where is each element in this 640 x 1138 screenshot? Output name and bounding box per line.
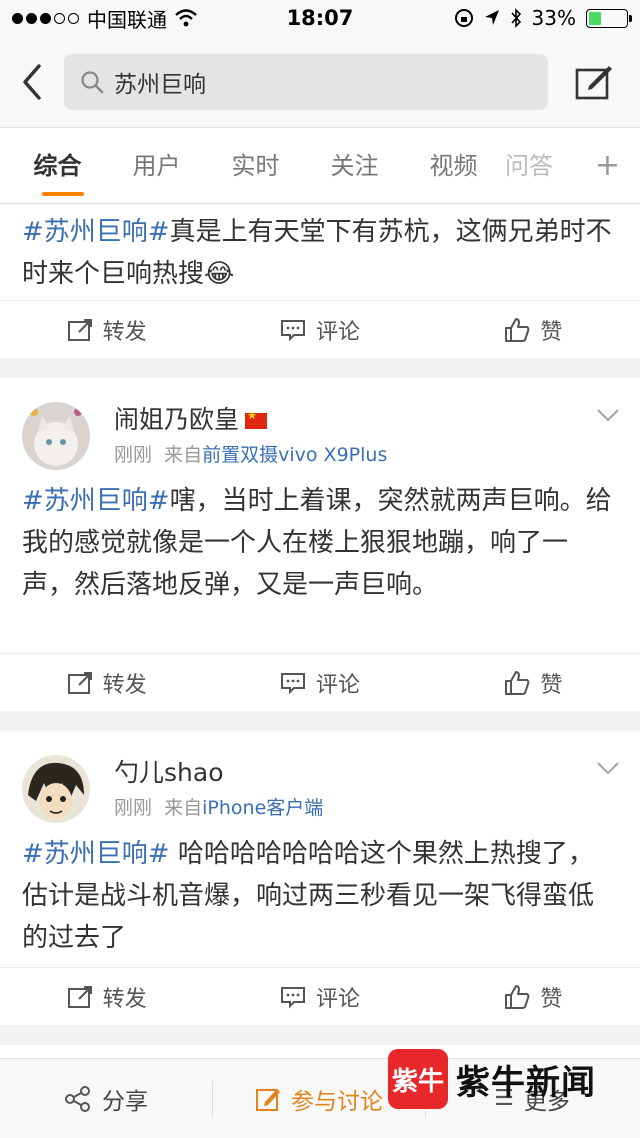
post-actions: 转发 评论 赞 xyxy=(0,653,640,711)
back-button[interactable] xyxy=(0,36,64,128)
chevron-left-icon xyxy=(23,63,41,100)
like-button[interactable]: 赞 xyxy=(427,968,640,1025)
compose-icon xyxy=(575,65,612,99)
avatar[interactable] xyxy=(22,402,90,470)
post-text: #苏州巨响#嗐，当时上着课，突然就两声巨响。给我的感觉就像是一个人在楼上狠狠地蹦… xyxy=(0,474,640,606)
hashtag-link[interactable]: #苏州巨响# xyxy=(22,486,170,516)
post-source[interactable]: 前置双摄vivo X9Plus xyxy=(202,444,387,466)
thumbs-up-icon xyxy=(505,984,530,1009)
hashtag-link[interactable]: #苏州巨响# xyxy=(22,217,170,247)
repost-button[interactable]: 转发 xyxy=(0,654,213,711)
post-card-1: #苏州巨响#真是上有天堂下有苏杭，这俩兄弟时不时来个巨响热搜😂 转发 评论 赞 xyxy=(0,205,640,358)
news-watermark: 紫牛 紫牛新闻 xyxy=(388,1044,638,1114)
comment-label: 评论 xyxy=(315,319,360,345)
like-label: 赞 xyxy=(540,319,563,345)
like-label: 赞 xyxy=(540,672,563,698)
post-actions: 转发 评论 赞 xyxy=(0,967,640,1025)
post-time: 刚刚 xyxy=(114,797,153,819)
like-label: 赞 xyxy=(540,986,563,1012)
repost-icon xyxy=(67,985,92,1008)
post-header: 闹姐乃欧皇 刚刚 来自前置双摄vivo X9Plus xyxy=(0,378,640,474)
search-header: 苏州巨响 xyxy=(0,36,640,128)
post-source[interactable]: iPhone客户端 xyxy=(202,797,323,819)
discuss-label: 参与讨论 xyxy=(291,1088,383,1115)
repost-label: 转发 xyxy=(102,672,147,698)
status-left: 中国联通 xyxy=(12,4,242,33)
status-bar: 中国联通 18:07 33% xyxy=(0,0,640,36)
china-flag-icon xyxy=(245,409,268,429)
comment-icon xyxy=(280,319,305,341)
repost-label: 转发 xyxy=(102,319,147,345)
status-right: 33% xyxy=(398,6,632,30)
compose-button[interactable] xyxy=(548,36,640,128)
status-time: 18:07 xyxy=(286,6,354,30)
search-input[interactable]: 苏州巨响 xyxy=(64,53,548,110)
comment-button[interactable]: 评论 xyxy=(213,301,426,358)
tab-comprehensive[interactable]: 综合 xyxy=(8,128,107,204)
comment-button[interactable]: 评论 xyxy=(213,654,426,711)
hashtag-link[interactable]: #苏州巨响# xyxy=(22,839,170,869)
lock-rotation-icon xyxy=(454,9,473,27)
repost-icon xyxy=(67,318,92,341)
comment-icon xyxy=(280,986,305,1008)
tab-users[interactable]: 用户 xyxy=(107,128,206,204)
signal-icon xyxy=(12,12,79,24)
post-meta: 刚刚 来自iPhone客户端 xyxy=(114,793,323,820)
repost-button[interactable]: 转发 xyxy=(0,968,213,1025)
post-card-2: 闹姐乃欧皇 刚刚 来自前置双摄vivo X9Plus #苏州巨响#嗐，当时上着课… xyxy=(0,378,640,711)
repost-label: 转发 xyxy=(102,986,147,1012)
share-button[interactable]: 分享 xyxy=(0,1082,212,1116)
comment-label: 评论 xyxy=(315,986,360,1012)
laugh-cry-emoji: 😂 xyxy=(204,259,235,289)
post-text: #苏州巨响#真是上有天堂下有苏杭，这俩兄弟时不时来个巨响热搜😂 xyxy=(0,205,640,295)
search-query: 苏州巨响 xyxy=(114,71,206,98)
tab-qa[interactable]: 问答 xyxy=(503,128,555,204)
search-icon xyxy=(81,70,104,93)
comment-button[interactable]: 评论 xyxy=(213,968,426,1025)
post-time: 刚刚 xyxy=(114,444,153,466)
like-button[interactable]: 赞 xyxy=(427,654,640,711)
repost-icon xyxy=(67,671,92,694)
username[interactable]: 勺儿shao xyxy=(114,753,224,789)
source-prefix: 来自 xyxy=(164,444,203,466)
comment-label: 评论 xyxy=(315,672,360,698)
post-card-3: 勺儿shao 刚刚 来自iPhone客户端 #苏州巨响# 哈哈哈哈哈哈哈这个果然… xyxy=(0,731,640,1025)
tab-following[interactable]: 关注 xyxy=(305,128,404,204)
tab-video[interactable]: 视频 xyxy=(404,128,503,204)
battery-icon xyxy=(586,8,632,28)
source-prefix: 来自 xyxy=(164,797,203,819)
carrier-label: 中国联通 xyxy=(87,7,167,32)
comment-icon xyxy=(280,672,305,694)
share-icon xyxy=(65,1085,90,1112)
search-tabs: 综合 用户 实时 关注 视频 问答 + xyxy=(0,128,640,204)
watermark-text: 紫牛新闻 xyxy=(456,1062,596,1103)
bluetooth-icon xyxy=(510,8,521,28)
username[interactable]: 闹姐乃欧皇 xyxy=(114,400,268,436)
add-tab-button[interactable]: + xyxy=(595,128,620,204)
edit-icon xyxy=(256,1088,280,1111)
tab-realtime[interactable]: 实时 xyxy=(206,128,305,204)
like-button[interactable]: 赞 xyxy=(427,301,640,358)
chevron-down-icon[interactable] xyxy=(596,761,620,775)
post-meta: 刚刚 来自前置双摄vivo X9Plus xyxy=(114,440,387,467)
thumbs-up-icon xyxy=(505,317,530,342)
chevron-down-icon[interactable] xyxy=(596,408,620,422)
wifi-icon xyxy=(175,9,197,27)
repost-button[interactable]: 转发 xyxy=(0,301,213,358)
post-text: #苏州巨响# 哈哈哈哈哈哈哈这个果然上热搜了，估计是战斗机音爆，响过两三秒看见一… xyxy=(0,827,640,959)
thumbs-up-icon xyxy=(505,670,530,695)
post-actions: 转发 评论 赞 xyxy=(0,300,640,358)
share-label: 分享 xyxy=(102,1088,148,1115)
battery-percent: 33% xyxy=(531,6,576,30)
avatar[interactable] xyxy=(22,755,90,823)
post-header: 勺儿shao 刚刚 来自iPhone客户端 xyxy=(0,731,640,827)
location-icon xyxy=(484,10,499,25)
watermark-logo: 紫牛 xyxy=(388,1049,448,1109)
